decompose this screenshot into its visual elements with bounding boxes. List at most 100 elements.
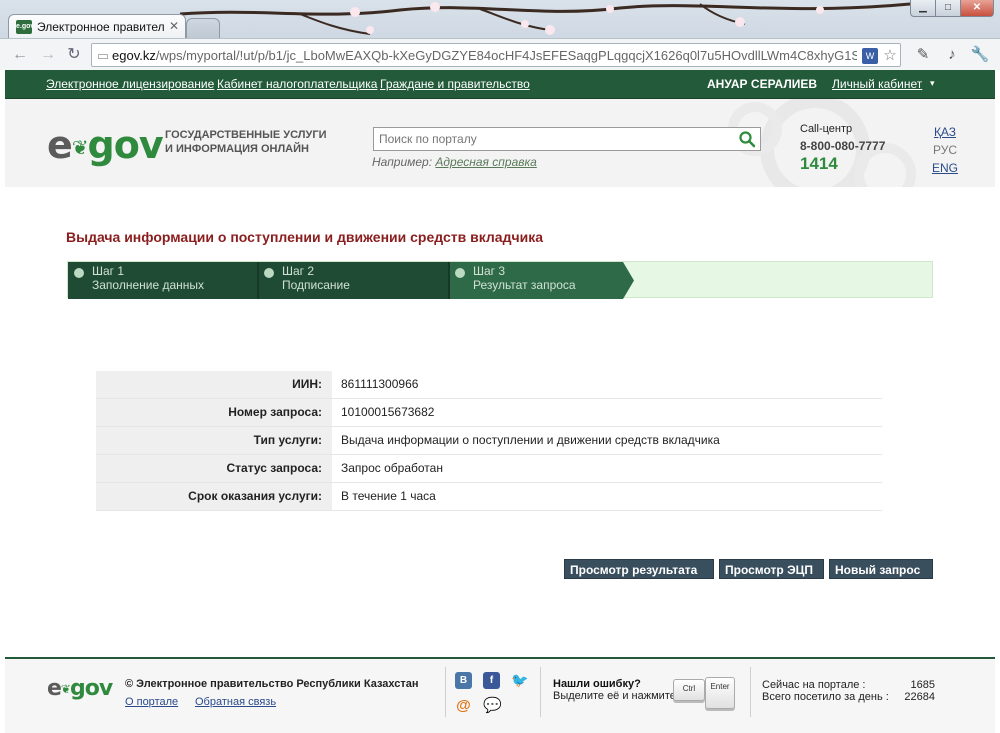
window-close-icon[interactable]: ✕	[960, 0, 994, 17]
chat-icon[interactable]: 💬	[483, 697, 502, 714]
wizard-steps: Шаг 1 Заполнение данных Шаг 2 Подписание…	[67, 261, 933, 299]
tagline-line-2: И ИНФОРМАЦИЯ ОНЛАЙН	[165, 143, 309, 155]
visits-today-value: 22684	[904, 691, 935, 703]
step-number: Шаг 2	[282, 264, 315, 278]
tab-close-icon[interactable]: ✕	[169, 19, 179, 33]
audio-icon[interactable]: ♪	[942, 45, 962, 65]
browser-toolbar: ← → ↻ ▭ egov.kz/wps/myportal/!ut/p/b1/jc…	[0, 38, 1000, 70]
vk-icon[interactable]: В	[455, 672, 472, 689]
view-result-button[interactable]: Просмотр результата	[564, 559, 714, 579]
error-report-title: Нашли ошибку?	[553, 678, 641, 690]
visits-today-label: Всего посетило за день :	[762, 691, 889, 703]
bookmark-star-icon[interactable]: ☆	[882, 48, 898, 64]
step-1: Шаг 1 Заполнение данных	[68, 262, 258, 299]
example-link[interactable]: Адресная справка	[435, 155, 536, 169]
logo-e: e	[47, 123, 73, 167]
table-row: Тип услуги: Выдача информации о поступле…	[96, 427, 882, 455]
logo-tagline: ГОСУДАРСТВЕННЫЕ УСЛУГИ И ИНФОРМАЦИЯ ОНЛА…	[165, 128, 365, 156]
row-value: 10100015673682	[341, 405, 435, 419]
lang-eng-link[interactable]: ENG	[930, 161, 960, 175]
link-citizens-government[interactable]: Граждане и правительство	[380, 77, 530, 91]
page-icon: ▭	[96, 48, 110, 63]
view-eds-button[interactable]: Просмотр ЭЦП	[719, 559, 824, 579]
search-example: Например: Адресная справка	[372, 155, 537, 169]
portal-topbar: Электронное лицензирование Кабинет налог…	[5, 70, 995, 99]
row-value: Выдача информации о поступлении и движен…	[341, 433, 720, 447]
enter-key-icon: Enter	[705, 677, 735, 709]
step-name: Подписание	[282, 278, 350, 292]
row-value: В течение 1 часа	[341, 489, 436, 503]
ctrl-key-icon: Ctrl	[673, 679, 705, 701]
twitter-icon[interactable]: 🐦	[511, 672, 528, 689]
logo-leaf-icon: ❦	[60, 682, 71, 696]
lang-kaz-link[interactable]: ҚАЗ	[930, 125, 960, 139]
search-box	[373, 127, 761, 151]
table-row: Срок оказания услуги: В течение 1 часа	[96, 483, 882, 511]
table-row: ИИН: 861111300966	[96, 371, 882, 399]
footer-divider	[750, 667, 751, 717]
reload-icon[interactable]: ↻	[64, 45, 84, 65]
personal-cabinet-link[interactable]: Личный кабинет	[832, 77, 922, 91]
online-now-value: 1685	[910, 679, 935, 691]
url-path: /wps/myportal/!ut/p/b1/jc_LboMwEAXQb-kXe…	[155, 48, 857, 63]
row-value: 861111300966	[341, 377, 419, 391]
step-name: Заполнение данных	[92, 278, 205, 292]
egov-favicon-icon: e.gov	[16, 20, 34, 34]
online-now-label: Сейчас на портале :	[762, 679, 866, 691]
call-center-label: Call-центр	[800, 123, 853, 135]
step-active-icon	[455, 268, 465, 278]
extension-icon[interactable]: W	[862, 48, 878, 64]
chevron-down-icon[interactable]: ▾	[930, 78, 935, 89]
footer-divider	[540, 667, 541, 717]
step-3: Шаг 3 Результат запроса	[449, 262, 634, 299]
browser-tab-active[interactable]: e.gov Электронное правительство ✕	[8, 14, 186, 38]
wrench-menu-icon[interactable]: 🔧	[970, 45, 990, 65]
new-request-button[interactable]: Новый запрос	[829, 559, 933, 579]
row-label: Тип услуги:	[96, 427, 332, 454]
footer-egov-logo[interactable]: e❦gov	[47, 676, 113, 701]
facebook-icon[interactable]: f	[483, 672, 500, 689]
page-title: Выдача информации о поступлении и движен…	[66, 229, 543, 245]
url-text[interactable]: egov.kz/wps/myportal/!ut/p/b1/jc_LboMwEA…	[112, 48, 857, 63]
search-icon[interactable]	[738, 130, 756, 148]
row-label: Номер запроса:	[96, 399, 332, 426]
tool-icon[interactable]: ✎	[913, 45, 933, 65]
back-arrow-icon[interactable]: ←	[10, 45, 30, 65]
row-value: Запрос обработан	[341, 461, 443, 475]
search-input[interactable]	[374, 128, 734, 150]
new-tab-button[interactable]	[186, 18, 220, 38]
row-label: Статус запроса:	[96, 455, 332, 482]
call-center-short-number: 1414	[800, 154, 838, 173]
step-number: Шаг 3	[473, 264, 506, 278]
portal-header: e❦gov ГОСУДАРСТВЕННЫЕ УСЛУГИ И ИНФОРМАЦИ…	[5, 99, 995, 187]
url-host: egov.kz	[112, 48, 156, 63]
minimize-icon[interactable]: ▁	[910, 0, 936, 17]
mail-icon[interactable]: @	[455, 697, 472, 714]
table-row: Статус запроса: Запрос обработан	[96, 455, 882, 483]
link-taxpayer-cabinet[interactable]: Кабинет налогоплательщика	[217, 77, 377, 91]
link-e-licensing[interactable]: Электронное лицензирование	[46, 77, 214, 91]
lang-rus-current: РУС	[932, 143, 958, 157]
copyright: © Электронное правительство Республики К…	[125, 678, 419, 690]
tagline-line-1: ГОСУДАРСТВЕННЫЕ УСЛУГИ	[165, 129, 327, 141]
logo-leaf-icon: ❦	[71, 135, 89, 160]
table-row: Номер запроса: 10100015673682	[96, 399, 882, 427]
address-bar[interactable]: ▭ egov.kz/wps/myportal/!ut/p/b1/jc_LboMw…	[91, 43, 901, 67]
request-info-table: ИИН: 861111300966 Номер запроса: 1010001…	[96, 371, 882, 511]
error-report-text: Выделите её и нажмите	[553, 690, 676, 702]
call-center-phone: 8-800-080-7777	[800, 139, 886, 153]
example-label: Например:	[372, 155, 433, 169]
row-label: Срок оказания услуги:	[96, 483, 332, 510]
step-check-icon	[74, 268, 84, 278]
forward-arrow-icon[interactable]: →	[38, 45, 58, 65]
step-name: Результат запроса	[473, 278, 576, 292]
cherry-blossom-decoration	[180, 2, 910, 35]
maximize-icon[interactable]: □	[935, 0, 961, 17]
browser-chrome: e.gov Электронное правительство ✕ ▁ □ ✕ …	[0, 0, 1000, 70]
about-portal-link[interactable]: О портале	[125, 696, 178, 708]
egov-logo[interactable]: e❦gov	[47, 123, 164, 167]
step-number: Шаг 1	[92, 264, 125, 278]
feedback-link[interactable]: Обратная связь	[195, 696, 276, 708]
user-name: АНУАР СЕРАЛИЕВ	[707, 77, 818, 91]
step-2: Шаг 2 Подписание	[258, 262, 448, 299]
